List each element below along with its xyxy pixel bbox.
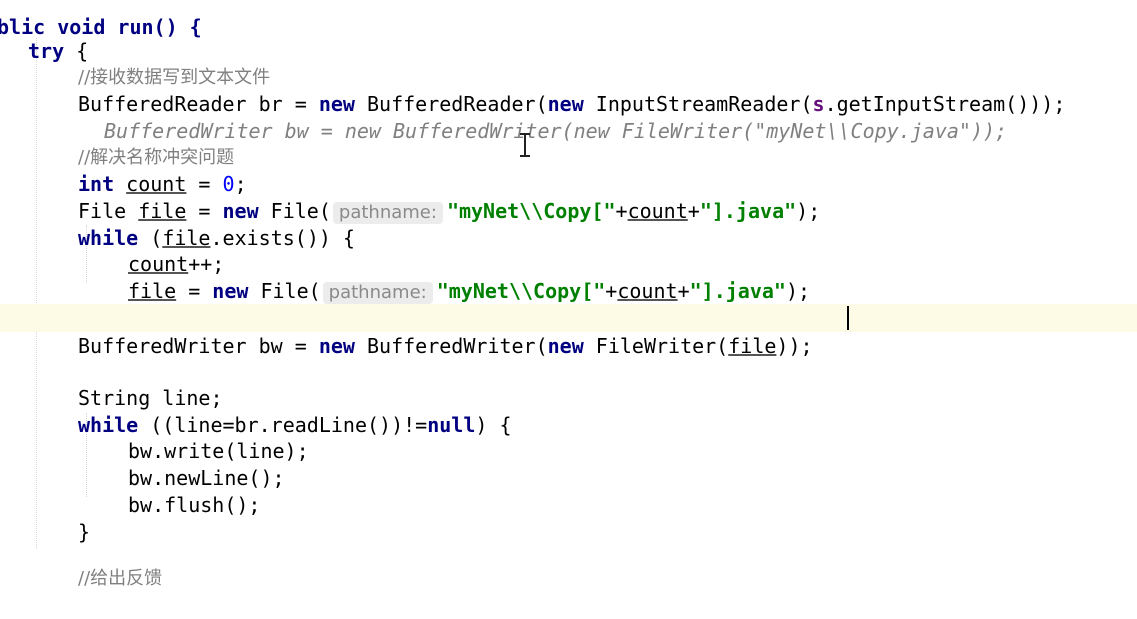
code-line-16: bw.write(line); (128, 439, 309, 463)
code-line-21: //给出反馈 (0, 538, 1137, 589)
text-caret (847, 306, 849, 330)
code-line-6: int count = 0; (78, 172, 247, 196)
code-line-18: bw.flush(); (128, 493, 261, 517)
code-line-2: //接收数据写到文本文件 (0, 37, 1137, 88)
code-line-19: } (78, 520, 91, 544)
ibeam-cursor-icon (519, 133, 531, 157)
code-line-10: file = new File(pathname: "myNet\\Copy["+… (128, 279, 811, 304)
comment-feedback: //给出反馈 (78, 568, 163, 589)
code-line-8: while (file.exists()) { (78, 226, 355, 250)
code-editor[interactable]: blic void run() { try { //接收数据写到文本文件 Buf… (0, 0, 1137, 589)
code-line-3: BufferedReader br = new BufferedReader(n… (78, 92, 1066, 116)
code-line-5: //解决名称冲突问题 (0, 117, 1137, 168)
code-line-1: try { (0, 11, 1137, 63)
code-line-7: File file = new File(pathname: "myNet\\Co… (78, 199, 821, 224)
code-line-9: count++; (128, 252, 225, 276)
code-line-14: String line; (78, 386, 223, 410)
code-line-15: while ((line=br.readLine())!=null) { (78, 413, 512, 437)
current-line: BufferedWriter bw = new BufferedWriter(n… (0, 304, 1137, 358)
code-line-4: BufferedWriter bw = new BufferedWriter(n… (0, 91, 1137, 143)
code-line-11: } (0, 278, 1137, 330)
code-line-17: bw.newLine(); (128, 466, 285, 490)
